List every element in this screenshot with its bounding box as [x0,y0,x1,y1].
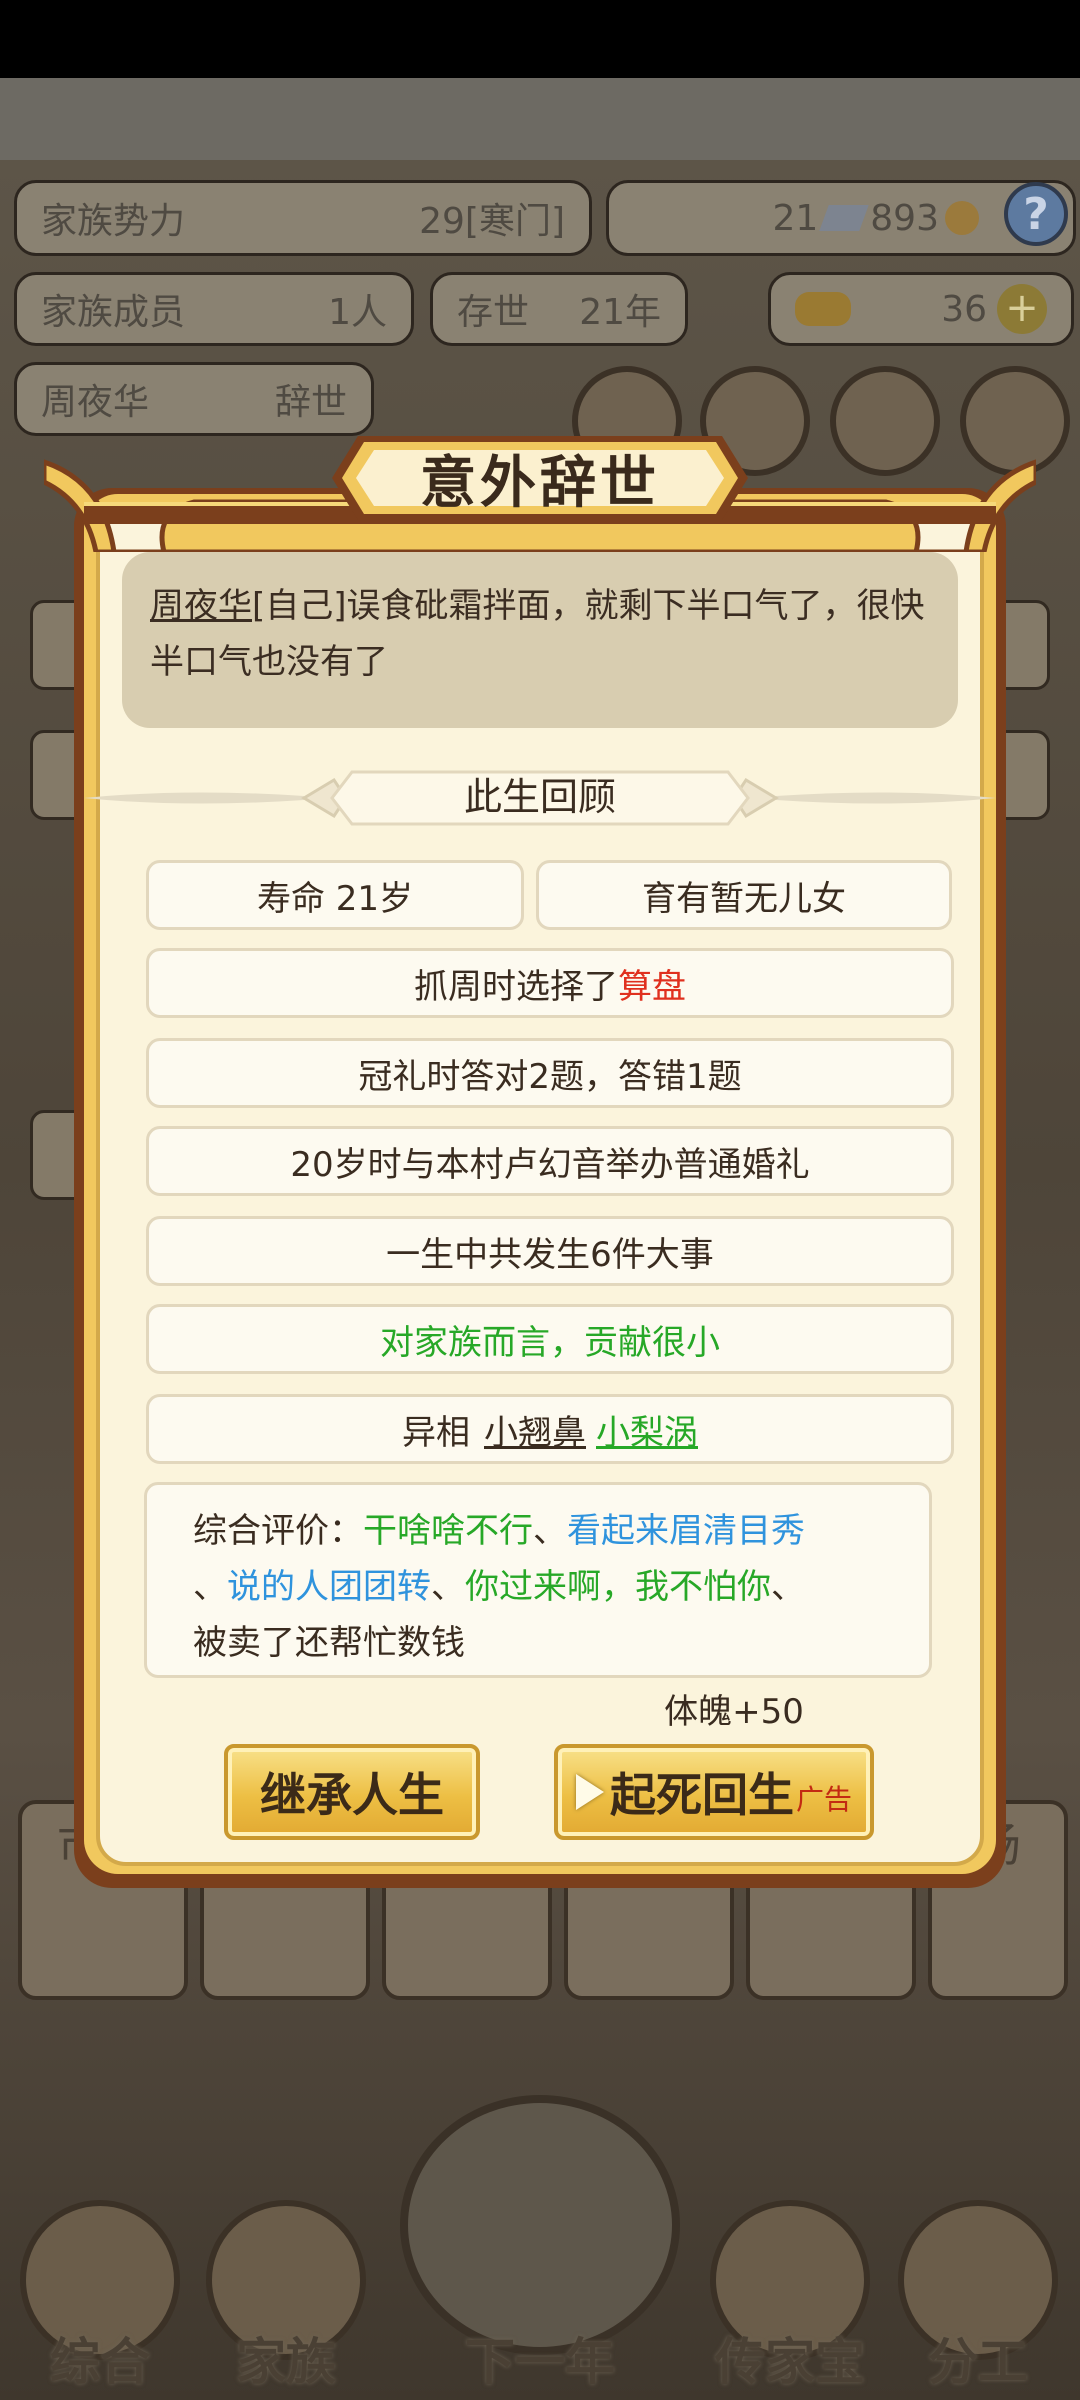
trait-5: 被卖了还帮忙数钱 [193,1623,465,1663]
inherit-life-button[interactable]: 继承人生 [224,1744,480,1840]
nav-label-family: 家族 [236,2333,336,2391]
revive-reward: 体魄+50 [664,1692,804,1732]
alive-years-panel: 存世 21年 [430,272,688,346]
gold-panel[interactable]: 36 + [768,272,1074,346]
summary-box: 综合评价：干啥啥不行、看起来眉清目秀 、说的人团团转、你过来啊，我不怕你、 被卖了还… [144,1482,932,1678]
currency-value-2: 893 [870,197,939,239]
nav-label-division: 分工 [928,2333,1028,2391]
trait-sep-1: 、 [533,1511,567,1551]
children-row: 育有暂无儿女 [536,860,952,930]
review-header: 此生回顾 [84,758,996,838]
review-title: 此生回顾 [463,775,616,819]
features-label: 异相 [402,1412,470,1453]
trait-sep-3: 、 [431,1567,465,1607]
alive-label: 存世 [457,292,530,333]
person-panel[interactable]: 周夜华 辞世 [14,362,374,436]
coin-icon [945,201,979,235]
status-bar [0,0,1080,78]
family-power-panel[interactable]: 家族势力 29[寒门] [14,180,592,256]
trait-sep-4: 、 [771,1567,805,1607]
contribution-text: 对家族而言，贡献很小 [380,1322,720,1363]
contribution-row: 对家族而言，贡献很小 [146,1304,954,1374]
nav-label-next-year: 下一年 [465,2333,615,2391]
feature-1[interactable]: 小翘鼻 [484,1405,586,1454]
help-icon[interactable]: ? [1004,182,1068,246]
death-dialog: 意外辞世 周夜华[自己]误食砒霜拌面，就剩下半口气了，很快半口气也没有了 此生回… [44,428,1036,1888]
guanli-text: 冠礼时答对2题，答错1题 [358,1056,742,1097]
trait-3: 说的人团团转 [227,1567,431,1607]
children-text: 育有暂无儿女 [642,878,846,919]
inherit-life-label: 继承人生 [260,1768,444,1822]
silver-icon [819,205,870,231]
zhuazhou-row: 抓周时选择了 算盘 [146,948,954,1018]
nav-item-overview[interactable]: 综合 [10,2200,190,2400]
feature-2[interactable]: 小梨涡 [596,1405,698,1454]
nav-item-heirloom[interactable]: 传家宝 [700,2200,880,2400]
revive-label: 起死回生 [609,1768,794,1822]
event-text: [自己]误食砒霜拌面，就剩下半口气了，很快半口气也没有了 [150,586,925,682]
gold-ingot-icon [795,292,851,326]
trait-4: 你过来啊，我不怕你 [465,1567,771,1607]
lifespan-row: 寿命 21岁 [146,860,524,930]
person-status: 辞世 [274,382,347,423]
zhuazhou-prefix: 抓周时选择了 [414,966,618,1007]
ad-label: 广告 [795,1783,852,1816]
trait-sep-2: 、 [193,1567,227,1607]
person-name: 周夜华 [41,382,150,423]
bottom-nav: 综合 家族 下一年 传家宝 分工 [0,2200,1080,2400]
events-text: 一生中共发生6件大事 [386,1234,714,1275]
nav-label-overview: 综合 [50,2333,150,2391]
currency-value: 21 [772,197,819,239]
play-ad-icon [575,1774,604,1810]
nav-item-next-year[interactable]: 下一年 [440,2200,640,2400]
features-row: 异相 小翘鼻 小梨涡 [146,1394,954,1464]
guanli-row: 冠礼时答对2题，答错1题 [146,1038,954,1108]
marriage-row: 20岁时与本村卢幻音举办普通婚礼 [146,1126,954,1196]
event-person-link[interactable]: 周夜华 [150,586,252,626]
family-power-label: 家族势力 [41,201,186,242]
members-label: 家族成员 [41,292,186,333]
event-description: 周夜华[自己]误食砒霜拌面，就剩下半口气了，很快半口气也没有了 [122,552,958,728]
nav-item-family[interactable]: 家族 [196,2200,376,2400]
zhuazhou-item: 算盘 [618,966,686,1007]
members-value: 1人 [328,292,387,333]
gold-value: 36 [941,288,987,330]
revive-button[interactable]: 起死回生 广告 [554,1744,874,1840]
alive-value: 21年 [579,292,661,333]
events-row: 一生中共发生6件大事 [146,1216,954,1286]
top-strip [0,78,1080,160]
marriage-text: 20岁时与本村卢幻音举办普通婚礼 [290,1144,810,1185]
trait-1: 干啥啥不行 [363,1511,533,1551]
lifespan-text: 寿命 21岁 [256,878,414,919]
nav-item-division[interactable]: 分工 [888,2200,1068,2400]
dialog-title: 意外辞世 [420,450,660,516]
title-plaque: 意外辞世 [328,428,752,528]
family-power-value: 29[寒门] [419,201,565,242]
summary-label: 综合评价： [193,1511,363,1551]
trait-2: 看起来眉清目秀 [567,1511,805,1551]
add-gold-icon[interactable]: + [997,284,1047,334]
members-panel[interactable]: 家族成员 1人 [14,272,414,346]
nav-label-heirloom: 传家宝 [715,2333,865,2391]
